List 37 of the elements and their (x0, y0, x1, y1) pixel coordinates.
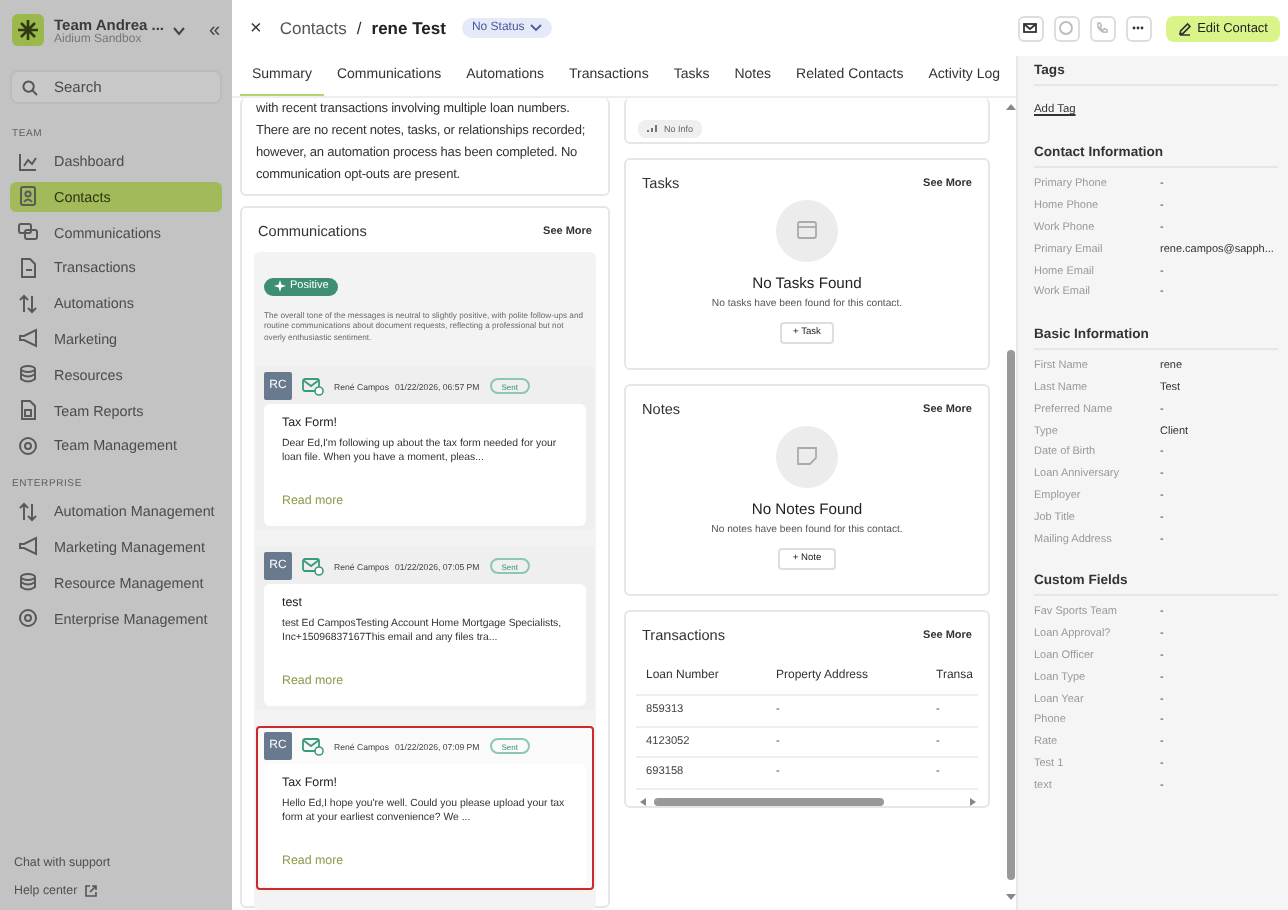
contact-card-icon (18, 186, 38, 207)
envelope-icon (1022, 20, 1039, 36)
phone-icon (1094, 20, 1111, 36)
sparkle-icon (274, 280, 286, 292)
team-logo-icon (12, 14, 44, 46)
gear-icon (18, 435, 38, 456)
database-icon (18, 572, 38, 593)
pencil-icon (1177, 21, 1192, 35)
megaphone-icon (18, 328, 38, 349)
message-button[interactable] (1053, 15, 1080, 41)
megaphone-icon (18, 536, 38, 557)
report-icon (18, 400, 38, 421)
document-icon (18, 257, 38, 278)
collapse-button[interactable]: « (208, 19, 220, 41)
search-icon (22, 80, 38, 96)
calendar-icon (776, 200, 838, 262)
chevron-down-icon (172, 25, 187, 35)
signal-icon (646, 122, 660, 134)
gear-icon (18, 608, 38, 629)
chevron-down-icon (530, 24, 543, 32)
close-button[interactable]: × (250, 17, 262, 39)
flow-icon (18, 501, 38, 522)
breadcrumb-separator: / (356, 18, 362, 38)
envelope-icon (302, 556, 324, 577)
envelope-icon (302, 736, 324, 757)
contact-name: rene Test (371, 18, 446, 38)
envelope-icon (302, 376, 324, 397)
note-icon (776, 426, 838, 488)
external-link-icon (83, 884, 98, 898)
call-button[interactable] (1089, 15, 1116, 41)
more-button[interactable] (1125, 15, 1152, 41)
chart-icon (18, 151, 38, 171)
chat-icon (18, 222, 38, 243)
database-icon (18, 364, 38, 385)
email-button[interactable] (1017, 15, 1044, 41)
breadcrumb-link[interactable]: Contacts (279, 18, 347, 38)
flow-icon (18, 293, 38, 314)
